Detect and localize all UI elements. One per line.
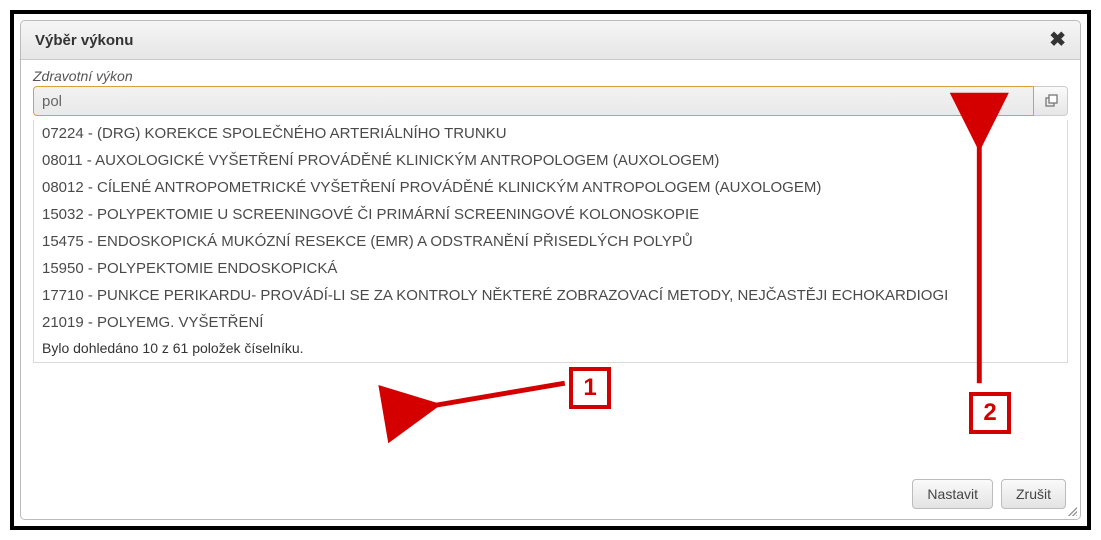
set-button[interactable]: Nastavit xyxy=(912,479,993,509)
horizontal-scrollbar[interactable] xyxy=(27,451,1074,469)
dialog-header: Výběr výkonu ✖ xyxy=(21,21,1080,60)
list-item[interactable]: 15032 - POLYPEKTOMIE U SCREENINGOVÉ ČI P… xyxy=(34,201,1067,228)
resize-grip[interactable] xyxy=(1064,503,1078,517)
list-item[interactable]: 17710 - PUNKCE PERIKARDU- PROVÁDÍ-LI SE … xyxy=(34,282,1067,309)
list-item[interactable]: 15950 - POLYPEKTOMIE ENDOSKOPICKÁ xyxy=(34,255,1067,282)
autocomplete-dropdown: 07224 - (DRG) KOREKCE SPOLEČNÉHO ARTERIÁ… xyxy=(33,120,1068,363)
search-input[interactable] xyxy=(33,86,1034,116)
field-label: Zdravotní výkon xyxy=(33,68,1068,84)
list-item[interactable]: 07224 - (DRG) KOREKCE SPOLEČNÉHO ARTERIÁ… xyxy=(34,120,1067,147)
close-icon[interactable]: ✖ xyxy=(1049,30,1066,50)
list-item[interactable]: 08011 - AUXOLOGICKÉ VYŠETŘENÍ PROVÁDĚNÉ … xyxy=(34,147,1067,174)
list-item[interactable]: 08012 - CÍLENÉ ANTROPOMETRICKÉ VYŠETŘENÍ… xyxy=(34,174,1067,201)
list-item[interactable]: 15475 - ENDOSKOPICKÁ MUKÓZNÍ RESEKCE (EM… xyxy=(34,228,1067,255)
dialog-vyber-vykonu: Výběr výkonu ✖ Zdravotní výkon 07224 - (… xyxy=(20,20,1081,520)
dropdown-status: Bylo dohledáno 10 z 61 položek číselníku… xyxy=(34,336,1067,362)
popup-icon xyxy=(1044,94,1058,108)
open-list-button[interactable] xyxy=(1034,86,1068,116)
screenshot-frame: Výběr výkonu ✖ Zdravotní výkon 07224 - (… xyxy=(10,10,1091,530)
dialog-title: Výběr výkonu xyxy=(35,32,133,49)
list-item[interactable]: 21019 - POLYEMG. VYŠETŘENÍ xyxy=(34,309,1067,336)
cancel-button[interactable]: Zrušit xyxy=(1001,479,1066,509)
search-row xyxy=(33,86,1068,116)
dialog-footer: Nastavit Zrušit xyxy=(912,479,1066,509)
